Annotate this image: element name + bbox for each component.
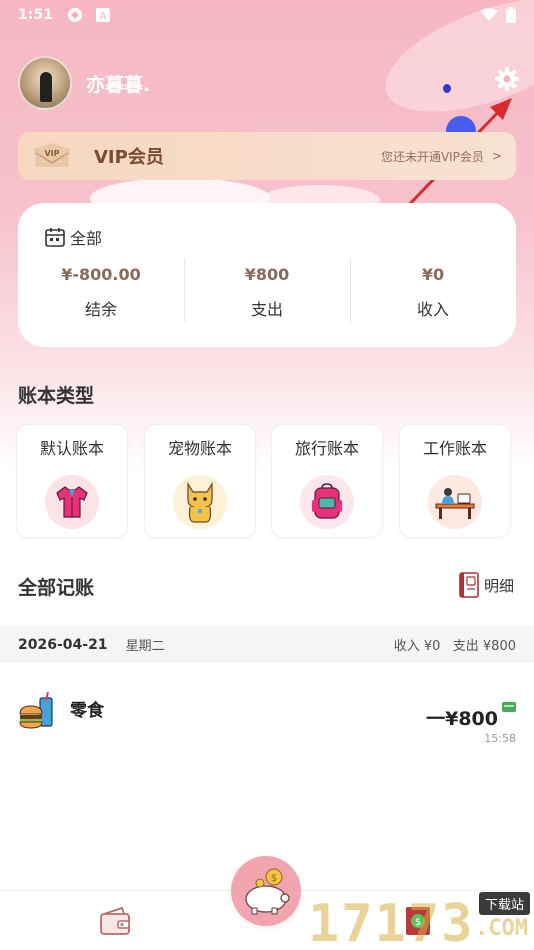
group-totals: 收入 ¥0 支出 ¥800 [393, 639, 516, 654]
vip-note: 您还未开通VIP会员 [380, 149, 484, 164]
records-section-title: 全部记账 [18, 577, 95, 599]
book-name: 工作账本 [422, 439, 487, 458]
backpack-icon [300, 475, 354, 529]
vip-title: VIP会员 [94, 147, 164, 168]
watermark-suffix: .COM [475, 916, 528, 941]
stat-income: ¥0 收入 [350, 265, 516, 320]
date-group-header: 2026-04-21 星期二 收入 ¥0 支出 ¥800 [0, 626, 534, 663]
wifi-icon [480, 8, 498, 21]
book-name: 宠物账本 [167, 439, 232, 458]
stat-value: ¥0 [421, 265, 445, 284]
stat-balance: ¥-800.00 结余 [18, 265, 184, 320]
cat-icon [173, 475, 227, 529]
snack-icon [19, 692, 53, 729]
stat-value: ¥800 [244, 265, 290, 284]
stat-label: 结余 [84, 300, 117, 319]
book-card-default[interactable]: 默认账本 [16, 424, 128, 538]
group-date: 2026-04-21 [18, 636, 108, 653]
group-weekday: 星期二 [125, 639, 165, 654]
record-time: 15:58 [484, 732, 516, 745]
record-row[interactable]: 零食 一¥800 15:58 [0, 680, 534, 750]
book-card-pet[interactable]: 宠物账本 [144, 424, 256, 538]
book-card-work[interactable]: 工作账本 [399, 424, 511, 538]
payment-card-icon [502, 702, 516, 712]
calendar-icon [45, 228, 65, 247]
watermark-digits: 17173 [308, 894, 475, 950]
svg-text:A: A [99, 11, 106, 22]
book-name: 旅行账本 [294, 439, 359, 458]
settings-gear-icon[interactable] [494, 66, 520, 92]
stat-label: 收入 [416, 300, 449, 319]
detail-label: 明细 [484, 576, 515, 595]
stat-value: ¥-800.00 [61, 265, 141, 284]
chevron-right-icon: > [491, 149, 502, 163]
status-bar: 1:51 A [0, 0, 534, 30]
svg-text:$: $ [271, 873, 277, 884]
username[interactable]: 亦暮暮. [86, 70, 150, 97]
decoration-dot [443, 84, 451, 93]
watermark: 17173 下载站 .COM [308, 888, 534, 950]
stat-label: 支出 [250, 300, 283, 319]
desk-icon [428, 475, 482, 529]
wallet-tab-icon[interactable] [98, 905, 132, 937]
stat-expense: ¥800 支出 [184, 265, 350, 320]
add-record-button[interactable]: $ [231, 856, 301, 926]
ledger-book-icon [459, 572, 479, 598]
books-section-title: 账本类型 [18, 385, 95, 407]
svg-text:VIP: VIP [44, 149, 59, 158]
avatar[interactable] [18, 56, 72, 110]
book-name: 默认账本 [39, 439, 104, 458]
piggy-bank-icon: $ [245, 868, 290, 915]
summary-filter[interactable]: 全部 [44, 225, 102, 249]
vip-crown-icon: VIP [34, 143, 70, 167]
record-amount: 一¥800 [426, 708, 498, 730]
book-card-travel[interactable]: 旅行账本 [271, 424, 383, 538]
detail-link[interactable]: 明细 [458, 572, 514, 598]
keyboard-notification-icon: A [95, 8, 110, 22]
watermark-tag: 下载站 [478, 892, 530, 915]
summary-card: 全部 ¥-800.00 结余 ¥800 支出 ¥0 收入 [18, 203, 516, 347]
vip-banner[interactable]: VIP VIP会员 您还未开通VIP会员 > [18, 132, 516, 180]
app-notification-icon [67, 8, 82, 22]
battery-icon [506, 7, 516, 23]
record-category: 零食 [70, 701, 104, 721]
summary-filter-label: 全部 [70, 229, 103, 248]
shirt-icon [45, 475, 99, 529]
status-time: 1:51 [18, 7, 53, 23]
